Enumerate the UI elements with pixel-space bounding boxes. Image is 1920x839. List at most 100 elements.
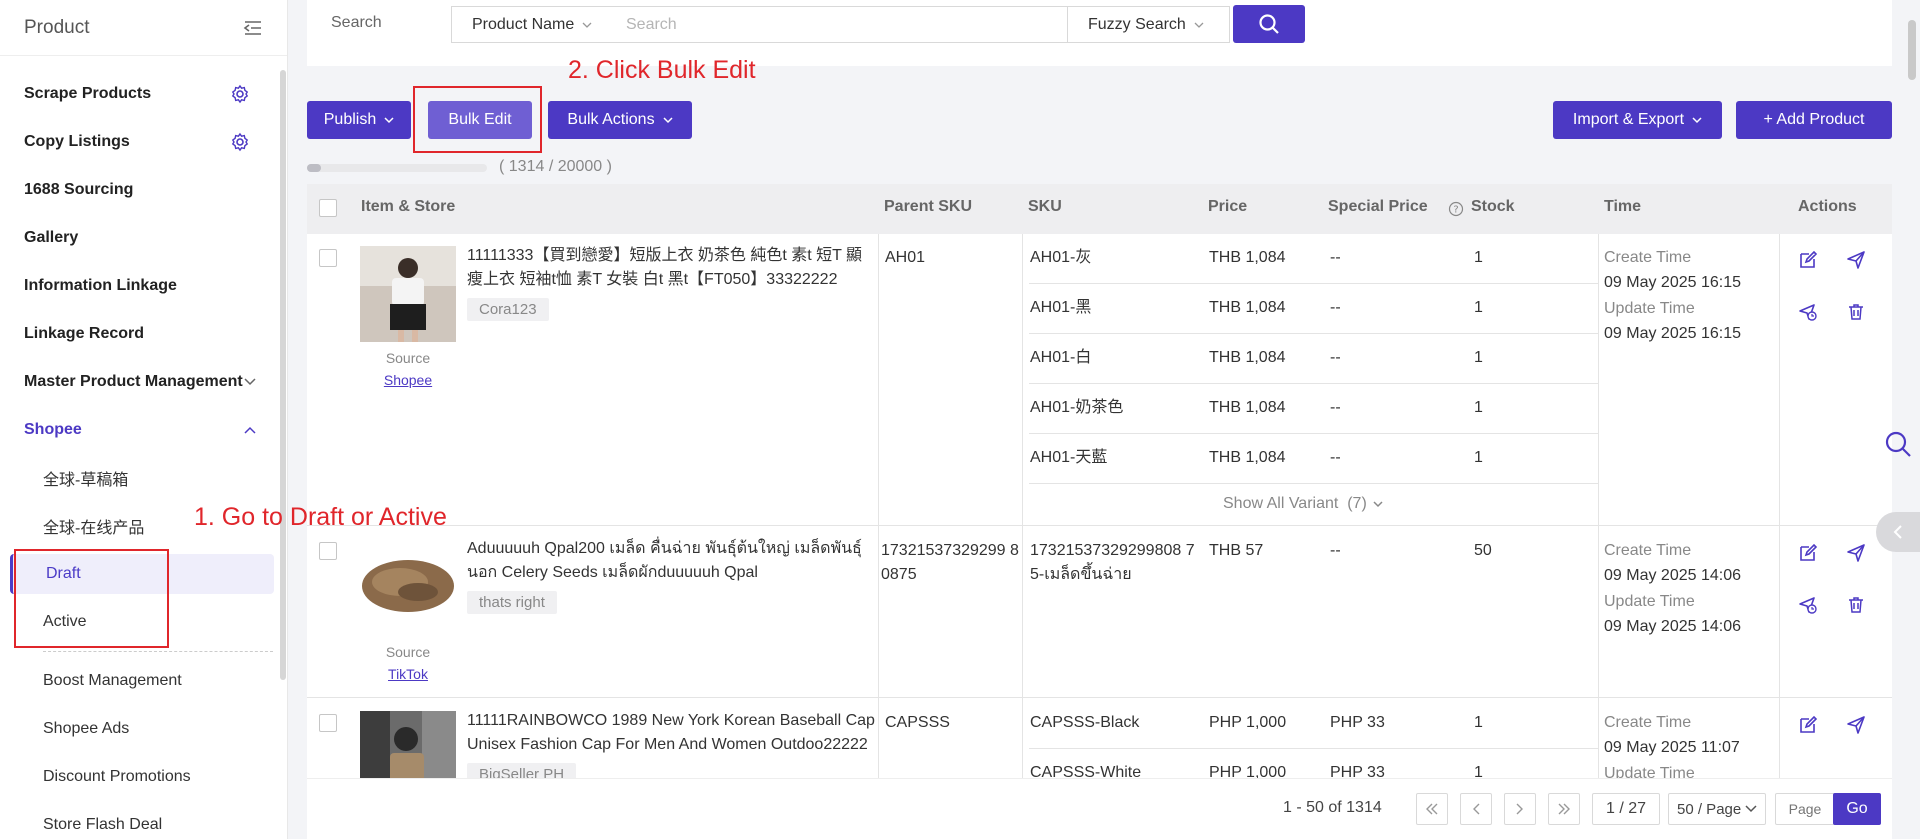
go-button[interactable]: Go — [1833, 793, 1881, 825]
store-tag: BigSeller PH — [467, 763, 577, 778]
chevron-down-icon — [244, 378, 256, 386]
page-jump-input[interactable] — [1775, 793, 1835, 825]
row-checkbox[interactable] — [319, 542, 337, 560]
variant-stock: 1 — [1474, 764, 1483, 778]
next-page-button[interactable] — [1504, 793, 1536, 825]
gear-icon[interactable] — [230, 84, 250, 104]
sidebar-sub-boost-management[interactable]: Boost Management — [0, 661, 278, 701]
variant-price: THB 1,084 — [1209, 249, 1286, 266]
row-checkbox[interactable] — [319, 249, 337, 267]
header-sku: SKU — [1028, 198, 1062, 215]
sidebar-sub-global-draft[interactable]: 全球-草稿箱 — [0, 458, 278, 498]
search-input[interactable] — [612, 6, 1069, 43]
sidebar-item-shopee[interactable]: Shopee — [0, 410, 278, 450]
sidebar-header: Product — [0, 0, 287, 56]
edit-icon[interactable] — [1798, 543, 1818, 563]
row-checkbox[interactable] — [319, 714, 337, 732]
variant-special-price: -- — [1330, 449, 1341, 466]
row-divider — [307, 697, 1892, 698]
chevron-down-icon — [384, 117, 394, 124]
sidebar-item-label: Master Product Management — [24, 373, 243, 390]
variant-price: THB 57 — [1209, 542, 1264, 559]
sidebar-sub-label: Discount Promotions — [43, 768, 191, 785]
create-time-label: Create Time — [1604, 249, 1692, 266]
header-parent-sku: Parent SKU — [884, 198, 973, 215]
sidebar-sub-store-flash-deal[interactable]: Store Flash Deal — [0, 805, 278, 839]
sidebar-sub-discount-promotions[interactable]: Discount Promotions — [0, 757, 278, 797]
collapse-menu-icon[interactable] — [243, 20, 263, 36]
page-scrollbar[interactable] — [1908, 20, 1916, 80]
import-export-button[interactable]: Import & Export — [1553, 101, 1722, 139]
first-page-button[interactable] — [1416, 793, 1448, 825]
sidebar-sub-shopee-ads[interactable]: Shopee Ads — [0, 709, 278, 749]
search-bar: Search Product Name Fuzzy Search — [307, 0, 1892, 66]
create-time-label: Create Time — [1604, 542, 1692, 559]
publish-send-icon[interactable] — [1846, 715, 1866, 735]
help-icon[interactable]: ? — [1448, 201, 1464, 217]
product-title[interactable]: 11111RAINBOWCO 1989 New York Korean Base… — [467, 709, 877, 757]
publish-label: Publish — [323, 111, 377, 128]
chevron-down-icon — [1692, 117, 1702, 124]
variant-divider — [1029, 748, 1598, 749]
variant-price: PHP 1,000 — [1209, 764, 1287, 778]
update-time-label: Update Time — [1604, 300, 1695, 317]
search-field-value: Product Name — [472, 15, 575, 33]
annotation-box-bulk-edit — [413, 86, 542, 153]
variant-special-price: -- — [1330, 249, 1341, 266]
add-product-button[interactable]: + Add Product — [1736, 101, 1892, 139]
sidebar-item-copy-listings[interactable]: Copy Listings — [0, 122, 278, 162]
collapse-panel-button[interactable] — [1876, 512, 1920, 552]
sidebar-item-information-linkage[interactable]: Information Linkage — [0, 266, 278, 306]
edit-icon[interactable] — [1798, 250, 1818, 270]
sidebar-scrollbar[interactable] — [280, 70, 286, 680]
search-mode-select[interactable]: Fuzzy Search — [1067, 6, 1230, 43]
edit-icon[interactable] — [1798, 715, 1818, 735]
product-image — [360, 711, 456, 778]
header-price: Price — [1208, 198, 1248, 215]
delete-icon[interactable] — [1846, 595, 1866, 615]
product-title[interactable]: Aduuuuuh Qpal200 เมล็ด คื่นฉ่าย พันธุ์ต้… — [467, 537, 877, 585]
update-time-label: Update Time — [1604, 765, 1695, 778]
sidebar-item-master-product-management[interactable]: Master Product Management — [0, 362, 278, 402]
variant-divider — [1029, 433, 1598, 434]
publish-button[interactable]: Publish — [307, 101, 411, 139]
variant-sku: CAPSSS-Black — [1030, 714, 1140, 731]
create-time-value: 09 May 2025 14:06 — [1604, 567, 1741, 584]
chevron-down-icon — [1745, 805, 1757, 813]
product-title[interactable]: 11111333【買到戀愛】短版上衣 奶茶色 純色t 素t 短T 顯瘦上衣 短袖… — [467, 244, 877, 292]
search-icon[interactable] — [1884, 430, 1912, 458]
bulk-actions-button[interactable]: Bulk Actions — [548, 101, 692, 139]
show-all-variants-link[interactable]: Show All Variant (7) — [1223, 495, 1383, 513]
chevron-down-icon — [582, 22, 592, 28]
sidebar-item-gallery[interactable]: Gallery — [0, 218, 278, 258]
go-label: Go — [1846, 800, 1868, 817]
variant-special-price: -- — [1330, 299, 1341, 316]
variant-stock: 1 — [1474, 249, 1483, 266]
chevron-down-icon — [663, 117, 673, 124]
publish-send-icon[interactable] — [1846, 543, 1866, 563]
chevron-left-icon — [1473, 803, 1480, 815]
prev-page-button[interactable] — [1460, 793, 1492, 825]
variant-special-price: -- — [1330, 349, 1341, 366]
select-all-checkbox[interactable] — [319, 199, 337, 217]
search-field-select[interactable]: Product Name — [451, 6, 613, 43]
source-link[interactable]: TikTok — [360, 666, 456, 682]
sidebar-item-1688-sourcing[interactable]: 1688 Sourcing — [0, 170, 278, 210]
search-button[interactable] — [1233, 5, 1305, 43]
table-header: Item & Store Parent SKU SKU Price Specia… — [307, 184, 1892, 234]
schedule-publish-icon[interactable] — [1798, 302, 1818, 322]
publish-send-icon[interactable] — [1846, 250, 1866, 270]
quota-text: ( 1314 / 20000 ) — [499, 158, 612, 175]
sidebar-item-linkage-record[interactable]: Linkage Record — [0, 314, 278, 354]
last-page-button[interactable] — [1548, 793, 1580, 825]
header-special-price: Special Price — [1328, 198, 1428, 215]
sidebar-item-scrape-products[interactable]: Scrape Products — [0, 74, 278, 114]
source-label: Source — [385, 350, 431, 366]
source-link[interactable]: Shopee — [360, 372, 456, 388]
gear-icon[interactable] — [230, 132, 250, 152]
schedule-publish-icon[interactable] — [1798, 595, 1818, 615]
variant-price: PHP 1,000 — [1209, 714, 1287, 731]
delete-icon[interactable] — [1846, 302, 1866, 322]
variant-stock: 1 — [1474, 299, 1483, 316]
per-page-select[interactable]: 50 / Page — [1668, 793, 1766, 825]
